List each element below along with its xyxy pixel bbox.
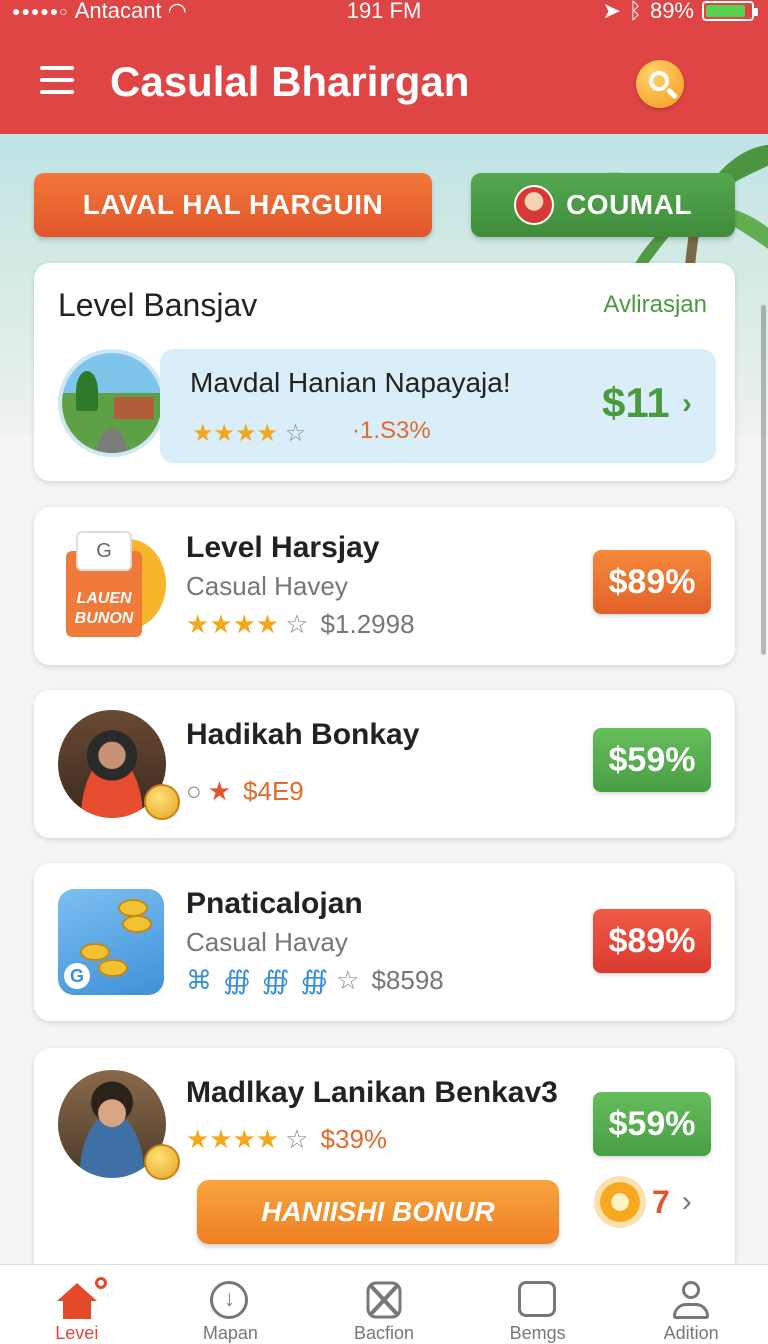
item-subtitle: Casual Havay	[186, 927, 348, 957]
streak-counter[interactable]: 7 ›	[600, 1182, 692, 1222]
search-icon[interactable]	[636, 60, 684, 108]
battery-fill	[706, 5, 746, 17]
home-icon	[56, 1277, 107, 1321]
list-item[interactable]: LAUEN BUNON G Level Harsjay Casual Havey …	[34, 507, 735, 665]
item-value: $8598	[371, 965, 444, 995]
avatar	[514, 185, 555, 225]
nav-item-adition[interactable]: Adition	[614, 1265, 768, 1344]
nav-label: Bemgs	[509, 1323, 566, 1343]
price-badge[interactable]: $89%	[593, 909, 711, 973]
featured-item[interactable]: Mavdal Hanian Napayaja! ★★★★ ☆ ·1.S3% $1…	[160, 349, 716, 463]
featured-item-price: $11	[602, 379, 670, 426]
item-value: $4E9	[243, 776, 304, 806]
status-bar: ●●●●●○ Antacant ◠ 191 FM ➤ ᛒ 89%	[0, 0, 768, 26]
item-meta: ★★★★ ☆ $39%	[186, 1124, 388, 1154]
page-title: Casulal Bharirgan	[110, 58, 470, 105]
circle-icon: ○	[186, 776, 202, 806]
chevron-right-icon: ›	[682, 387, 692, 420]
item-value: $1.2998	[320, 609, 415, 639]
item-meta: ★★★★ ☆ $1.2998	[186, 609, 415, 639]
download-icon	[210, 1281, 249, 1319]
list-item[interactable]: Hadikah Bonkay ○ ★ $4E9 $59%	[34, 690, 735, 838]
featured-card: Level Bansjav Avlirasjan Mavdal Hanian N…	[34, 263, 735, 481]
featured-thumbnail	[58, 349, 166, 457]
item-meta: ⌘ ∰ ∰ ∰ ☆ $8598	[186, 965, 444, 995]
scrollbar[interactable]	[761, 305, 766, 655]
featured-item-sub: ·1.S3%	[352, 417, 431, 444]
star-rating: ★★★★	[186, 1124, 280, 1154]
level-hal-button[interactable]: LAVAL HAL HARGUIN	[34, 173, 432, 237]
item-title: Pnaticalojan	[186, 887, 363, 920]
battery-icon	[702, 1, 758, 21]
sun-icon	[600, 1182, 640, 1222]
nav-label: Bacfion	[353, 1323, 414, 1343]
nav-item-bemgs[interactable]: Bemgs	[461, 1265, 615, 1344]
item-title: Madlkay Lanikan Benkav3	[186, 1076, 558, 1109]
nav-label: Mapan	[202, 1323, 258, 1343]
price-badge[interactable]: $59%	[593, 1092, 711, 1156]
star-icon: ★	[207, 776, 232, 806]
star-rating: ★★★★ ☆	[192, 420, 307, 447]
coin-icon	[144, 1144, 180, 1180]
item-meta: ○ ★ $4E9	[186, 776, 304, 807]
rating-icons: ⌘ ∰ ∰ ∰	[186, 965, 331, 995]
nav-label: Adition	[663, 1323, 719, 1343]
featured-title: Level Bansjav	[58, 287, 258, 323]
nav-item-level[interactable]: Levei	[0, 1265, 154, 1344]
tools-icon	[366, 1281, 402, 1319]
nav-label: Levei	[55, 1323, 99, 1343]
nav-item-bacfion[interactable]: Bacfion	[307, 1265, 461, 1344]
bluetooth-icon: ᛒ	[628, 0, 642, 23]
battery-percent: 89%	[649, 0, 694, 23]
coin-icon	[144, 784, 180, 820]
list-item[interactable]: Madlkay Lanikan Benkav3 ★★★★ ☆ $39% $59% …	[34, 1048, 735, 1278]
list-item[interactable]: G Pnaticalojan Casual Havay ⌘ ∰ ∰ ∰ ☆ $85…	[34, 863, 735, 1021]
casual-button[interactable]: COUMAL	[471, 173, 735, 237]
coins-app-icon: G	[58, 889, 164, 995]
location-icon: ➤	[602, 0, 621, 23]
chevron-right-icon: ›	[681, 1185, 692, 1218]
app-header: ●●●●●○ Antacant ◠ 191 FM ➤ ᛒ 89% Casulal…	[0, 0, 768, 134]
nav-item-mapan[interactable]: Mapan	[154, 1265, 308, 1344]
price-badge[interactable]: $89%	[593, 550, 711, 614]
hamburger-menu-icon[interactable]	[40, 66, 74, 98]
streak-count: 7	[652, 1183, 670, 1220]
item-title: Level Harsjay	[186, 531, 380, 564]
item-value: $39%	[320, 1124, 388, 1154]
item-subtitle: Casual Havey	[186, 571, 348, 601]
bonus-book-icon: LAUEN BUNON G	[60, 531, 166, 641]
item-title: Hadikah Bonkay	[186, 718, 420, 751]
featured-item-name: Mavdal Hanian Napayaja!	[190, 367, 511, 398]
star-rating: ★★★★	[186, 609, 280, 639]
featured-link[interactable]: Avlirasjan	[603, 291, 707, 319]
user-icon	[671, 1281, 711, 1321]
card-icon	[517, 1281, 556, 1317]
bonus-button[interactable]: HANIISHI BONUR	[197, 1180, 559, 1244]
bottom-nav: Levei Mapan Bacfion Bemgs Adition	[0, 1264, 768, 1344]
casual-button-label: COUMAL	[566, 189, 692, 220]
price-badge[interactable]: $59%	[593, 728, 711, 792]
